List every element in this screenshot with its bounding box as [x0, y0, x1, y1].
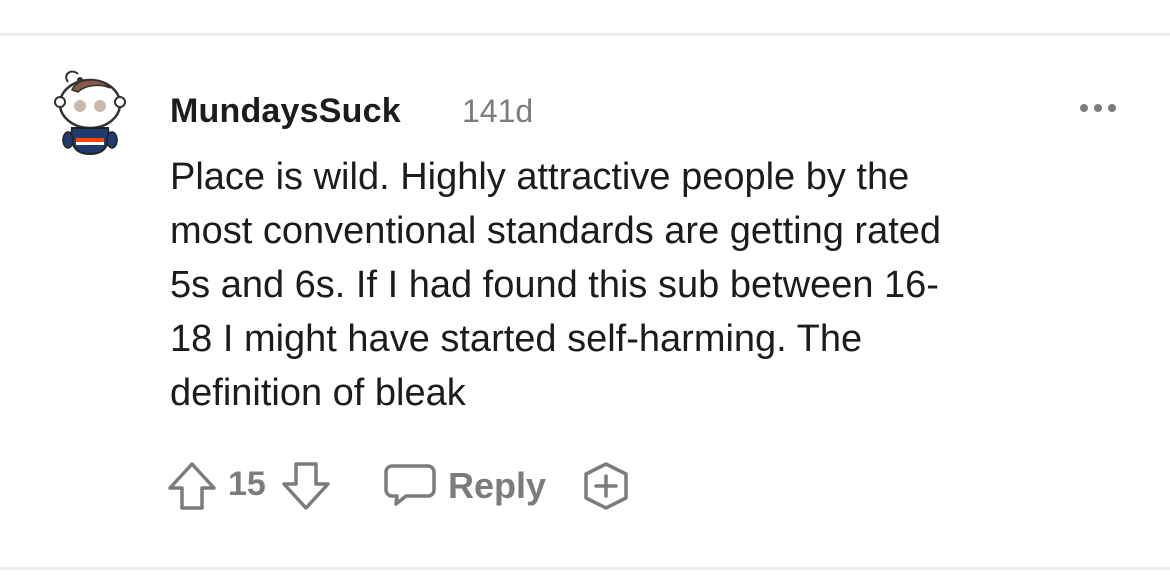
comment-body-line: 5s and 6s. If I had found this sub betwe…: [170, 264, 939, 306]
award-button[interactable]: [580, 460, 632, 512]
more-options-icon: [1080, 104, 1116, 112]
speech-bubble-icon: [384, 464, 436, 506]
reply-button[interactable]: Reply: [384, 458, 554, 514]
comment-body-line: Place is wild. Highly attractive people …: [170, 156, 910, 198]
snoo-avatar-icon: [54, 70, 126, 156]
upvote-arrow-icon: [168, 462, 216, 510]
more-options-button[interactable]: [1076, 96, 1120, 120]
reply-label: Reply: [448, 465, 547, 506]
award-plus-icon: [584, 462, 628, 510]
comment-age: 141d: [462, 93, 534, 129]
upvote-button[interactable]: [166, 460, 218, 512]
comment-body-line: definition of bleak: [170, 372, 466, 414]
downvote-arrow-icon: [282, 462, 330, 510]
comment-actions: 15 Reply: [166, 458, 646, 514]
bottom-divider: [0, 567, 1170, 570]
vote-score: 15: [228, 465, 266, 503]
snoo-avatar[interactable]: [50, 62, 130, 162]
comment-body-line: 18 I might have started self-harming. Th…: [170, 318, 863, 360]
comment-body: Place is wild. Highly attractive people …: [170, 150, 1130, 420]
comment-body-line: most conventional standards are getting …: [170, 210, 942, 252]
comment-author[interactable]: MundaysSuck: [170, 92, 401, 131]
downvote-button[interactable]: [280, 460, 332, 512]
top-divider: [0, 33, 1170, 36]
